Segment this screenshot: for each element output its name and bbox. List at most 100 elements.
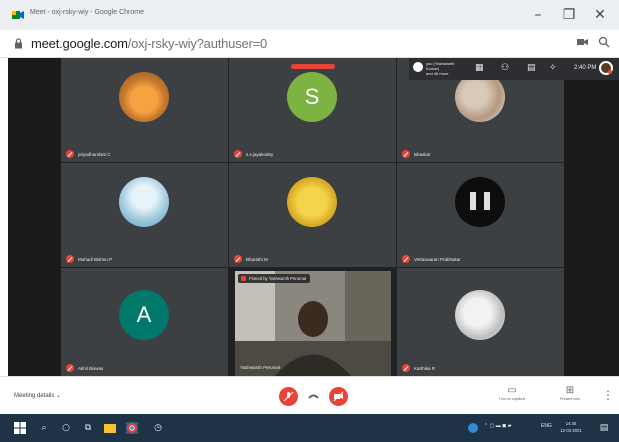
meeting-clock: 2:40 PM [574,65,597,71]
participant-name: Bhaskar [414,151,431,157]
participant-tile[interactable]: A Akhil Biswas [61,268,228,376]
present-icon: ⊞ [565,385,575,396]
avatar-letter: S [304,84,320,109]
mic-off-icon [402,255,410,263]
mic-off-icon [66,150,74,158]
participant-name-row: s.s.jayakodey [234,150,273,158]
participant-name-row: Akhil Biswas [66,364,103,372]
presenter-line-2: and 46 more [426,71,449,76]
chrome-titlebar: Meet - oxj-rsky-wiy - Google Chrome – ❐ … [0,0,619,30]
stage-left-margin [8,58,61,376]
present-label: Present now [560,397,580,401]
participant-name: Karthika R [414,365,436,371]
chat-icon[interactable]: ▤ [527,63,536,73]
lock-icon [15,38,22,49]
participant-name: Vettaswaran Prabhakar [414,256,461,262]
mic-off-icon [402,150,410,158]
chrome-taskbar-icon[interactable] [126,422,138,434]
search-icon[interactable]: ⌕ [38,422,50,434]
mic-off-icon [66,364,74,372]
participant-avatar [455,177,505,227]
meeting-details-button[interactable]: Meeting details ⌄ [14,392,61,399]
cortana-icon[interactable]: ○ [60,422,72,434]
participant-name: priyadharshini C [78,151,111,157]
participant-tile[interactable]: Bharathi M [229,163,396,267]
meeting-header: you (Yashwanth Kumar) and 46 more ▦ ⚇ ▤ … [409,58,619,80]
address-bar[interactable]: meet.google.com/oxj-rsky-wiy?authuser=0 [0,30,619,58]
participant-name-row: Vettaswaran Prabhakar [402,255,461,263]
captions-label: Turn on captions [498,397,526,401]
participant-tile[interactable]: priyadharshini C [61,58,228,162]
clock-date: 12-03-2021 [560,428,582,433]
mic-toggle-button[interactable] [279,387,298,406]
meet-tray-icon[interactable] [467,422,479,434]
participant-tile[interactable]: Mohadi Bishnu P [61,163,228,267]
file-explorer-icon[interactable] [104,422,116,434]
presenter-line-1: you (Yashwanth Kumar) [426,61,455,71]
pinned-banner-text: Pinned by Yashwanth Perumal [249,276,306,281]
participant-name-row: Mohadi Bishnu P [66,255,112,263]
captions-icon: ▭ [507,385,517,396]
people-icon[interactable]: ⚇ [501,63,509,73]
participant-avatar [119,72,169,122]
camera-off-icon [333,391,344,402]
mic-off-icon [234,255,242,263]
phone-hangup-icon [308,394,319,399]
window-title: Meet - oxj-rsky-wiy - Google Chrome [30,9,144,16]
avatar-letter: A [136,302,152,327]
system-clock[interactable]: 14:40 12-03-2021 [556,420,586,434]
leave-call-button[interactable] [304,387,323,406]
video-feed [235,271,391,376]
participant-avatar [455,290,505,340]
participant-tile[interactable]: S s.s.jayakodey [229,58,396,162]
mic-off-icon [283,391,294,402]
participant-avatar [287,177,337,227]
url-text[interactable]: meet.google.com/oxj-rsky-wiy?authuser=0 [31,36,267,51]
zoom-icon[interactable] [598,36,610,48]
windows-start-icon[interactable] [14,422,26,434]
more-options-icon[interactable]: ⋮ [602,388,614,402]
meeting-controls: Meeting details ⌄ ▭ Turn on captions ⊞ P… [0,376,619,414]
self-avatar[interactable] [599,61,613,75]
tray-icons[interactable]: ⌃ ▢ ▬ ◼ ▰ [484,423,511,429]
participant-name: Yashwanth Perumal [240,365,280,370]
captions-button[interactable]: ▭ Turn on captions [494,385,530,401]
participant-tile[interactable]: Vettaswaran Prabhakar [397,163,564,267]
avatar-logo-graphic [470,192,490,210]
maximize-button[interactable]: ❐ [555,3,583,27]
participant-name-row: Yashwanth Perumal [240,365,280,370]
minimize-button[interactable]: – [524,3,552,27]
camera-indicator-icon[interactable] [577,38,588,46]
participant-name: s.s.jayakodey [246,151,274,157]
participant-avatar: A [119,290,169,340]
google-meet-favicon-icon [12,11,24,19]
participant-name: Bharathi M [246,256,268,262]
language-indicator[interactable]: ENG [541,423,552,429]
participant-name-row: Bhaskar [402,150,431,158]
clock-app-icon[interactable]: ◷ [152,422,164,434]
notifications-icon[interactable]: ▤ [598,422,610,434]
url-domain: meet.google.com [31,36,128,51]
participant-name-row: Bharathi M [234,255,268,263]
participant-name-row: priyadharshini C [66,150,111,158]
participant-name: Akhil Biswas [78,365,104,371]
activities-icon[interactable]: ✧ [549,63,557,73]
clock-time: 14:40 [565,421,577,426]
camera-toggle-button[interactable] [329,387,348,406]
info-icon[interactable]: ▦ [475,63,484,73]
close-button[interactable]: ✕ [586,3,614,27]
mic-off-icon [234,150,242,158]
participant-name: Mohadi Bishnu P [78,256,113,262]
mic-off-icon [402,364,410,372]
participant-avatar: S [287,72,337,122]
participant-avatar [119,177,169,227]
participant-name-row: Karthika R [402,364,435,372]
chevron-down-icon: ⌄ [56,393,62,399]
presenting-indicator [291,64,335,69]
present-now-button[interactable]: ⊞ Present now [552,385,588,401]
self-avatar-graphic [601,63,612,74]
participant-tile[interactable]: Karthika R [397,268,564,376]
pinned-video-tile[interactable]: Pinned by Yashwanth Perumal Yashwanth Pe… [235,271,391,376]
task-view-icon[interactable]: ⧉ [82,422,94,434]
windows-taskbar: ⌕ ○ ⧉ ◷ ⌃ ▢ ▬ ◼ ▰ ENG 14:40 12-03-2021 ▤ [0,414,619,442]
